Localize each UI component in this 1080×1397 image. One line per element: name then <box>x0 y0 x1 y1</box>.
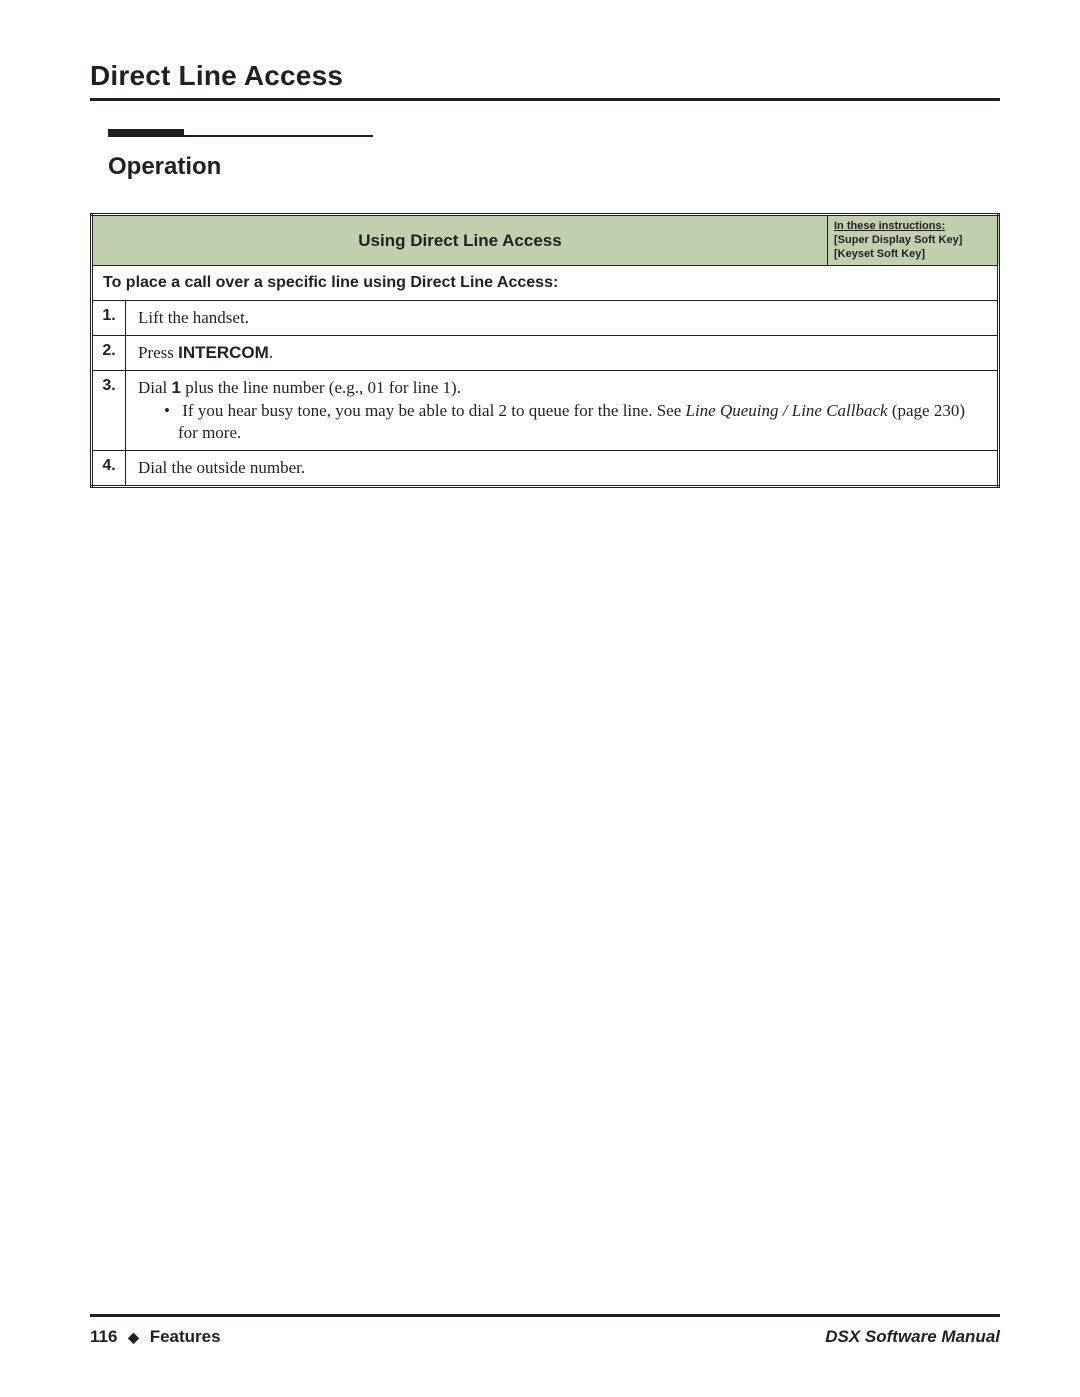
table-row: 4. Dial the outside number. <box>92 450 999 486</box>
table-row: 2. Press INTERCOM. <box>92 336 999 371</box>
section-title: Operation <box>108 153 1000 181</box>
step-number: 3. <box>92 371 126 450</box>
legend-line-1: [Super Display Soft Key] <box>834 234 962 246</box>
table-subheading-row: To place a call over a specific line usi… <box>92 266 999 301</box>
page-footer: 116 ◆ Features DSX Software Manual <box>90 1314 1000 1347</box>
decor-bar-thin <box>108 135 373 137</box>
step-text: Lift the handset. <box>126 301 999 336</box>
table-title: Using Direct Line Access <box>93 216 827 265</box>
instructions-legend: In these instructions: [Super Display So… <box>827 216 997 265</box>
step-text: Dial the outside number. <box>126 450 999 486</box>
diamond-icon: ◆ <box>128 1329 139 1346</box>
manual-title: DSX Software Manual <box>825 1327 1000 1347</box>
title-divider <box>90 98 1000 101</box>
table-row: 1. Lift the handset. <box>92 301 999 336</box>
table-row: 3. Dial 1 plus the line number (e.g., 01… <box>92 371 999 450</box>
step-number: 2. <box>92 336 126 371</box>
procedure-table: Using Direct Line Access In these instru… <box>90 213 1000 488</box>
footer-divider <box>90 1314 1000 1317</box>
footer-left: 116 ◆ Features <box>90 1327 221 1347</box>
step-number: 4. <box>92 450 126 486</box>
step-text: Dial 1 plus the line number (e.g., 01 fo… <box>126 371 999 450</box>
table-header-row: Using Direct Line Access In these instru… <box>92 215 999 266</box>
legend-line-2: [Keyset Soft Key] <box>834 248 925 260</box>
step-text: Press INTERCOM. <box>126 336 999 371</box>
footer-section: Features <box>150 1327 221 1346</box>
section-header: Operation <box>108 129 1000 181</box>
page-number: 116 <box>90 1327 117 1346</box>
step-number: 1. <box>92 301 126 336</box>
manual-page: Direct Line Access Operation Using Direc… <box>0 0 1080 1397</box>
table-subheading: To place a call over a specific line usi… <box>92 266 999 301</box>
page-title: Direct Line Access <box>90 60 1000 92</box>
step-bullet: If you hear busy tone, you may be able t… <box>138 400 987 444</box>
legend-heading: In these instructions: <box>834 220 945 232</box>
